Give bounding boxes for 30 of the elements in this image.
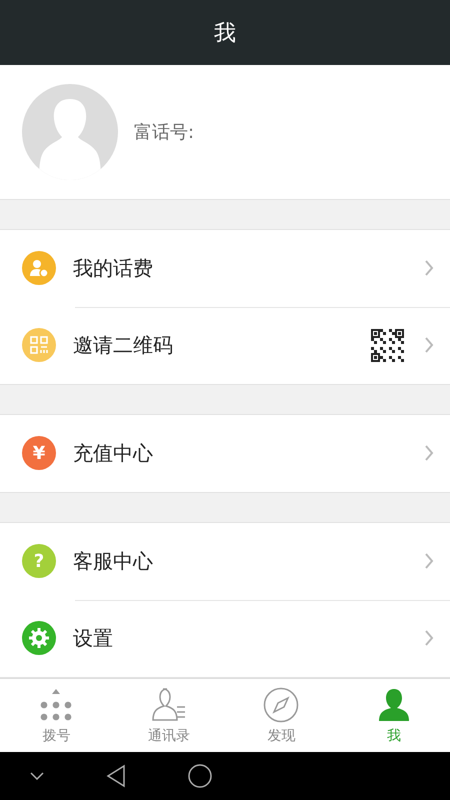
tab[interactable]: 拨号 xyxy=(0,678,112,752)
menu-item[interactable]: 邀请二维码 xyxy=(0,306,450,384)
chevron-right-icon xyxy=(424,336,434,354)
back-icon[interactable] xyxy=(106,764,126,788)
tab[interactable]: 发现 xyxy=(225,678,338,752)
chevron-right-icon xyxy=(424,444,434,462)
chevron-down-icon[interactable] xyxy=(30,772,44,780)
account-label: 富话号: xyxy=(134,120,194,144)
tab-label: 发现 xyxy=(267,726,296,745)
compass-icon xyxy=(263,686,300,723)
menu-item[interactable]: ? 客服中心 xyxy=(0,522,450,600)
page-title: 我 xyxy=(214,20,236,48)
tab-label: 拨号 xyxy=(42,726,70,745)
menu-item[interactable]: ¥ 充值中心 xyxy=(0,414,450,492)
menu-label: 充值中心 xyxy=(73,440,154,467)
menu-label: 设置 xyxy=(73,624,114,652)
chevron-right-icon xyxy=(424,259,434,278)
tab-label: 通讯录 xyxy=(148,726,190,745)
currency-icon: ¥ xyxy=(22,436,56,470)
tab-label: 我 xyxy=(386,726,401,745)
chevron-right-icon xyxy=(424,629,434,648)
chevron-right-icon xyxy=(424,552,434,570)
menu-item[interactable]: 我的话费 xyxy=(0,230,450,307)
currency-icon: ? xyxy=(22,544,56,578)
menu-label: 邀请二维码 xyxy=(73,332,174,359)
menu-item[interactable]: 设置 xyxy=(0,600,450,677)
menu-label: 我的话费 xyxy=(73,254,154,282)
tab[interactable]: 通讯录 xyxy=(112,678,225,752)
home-icon[interactable] xyxy=(188,764,212,788)
menu-label: 客服中心 xyxy=(73,548,154,575)
